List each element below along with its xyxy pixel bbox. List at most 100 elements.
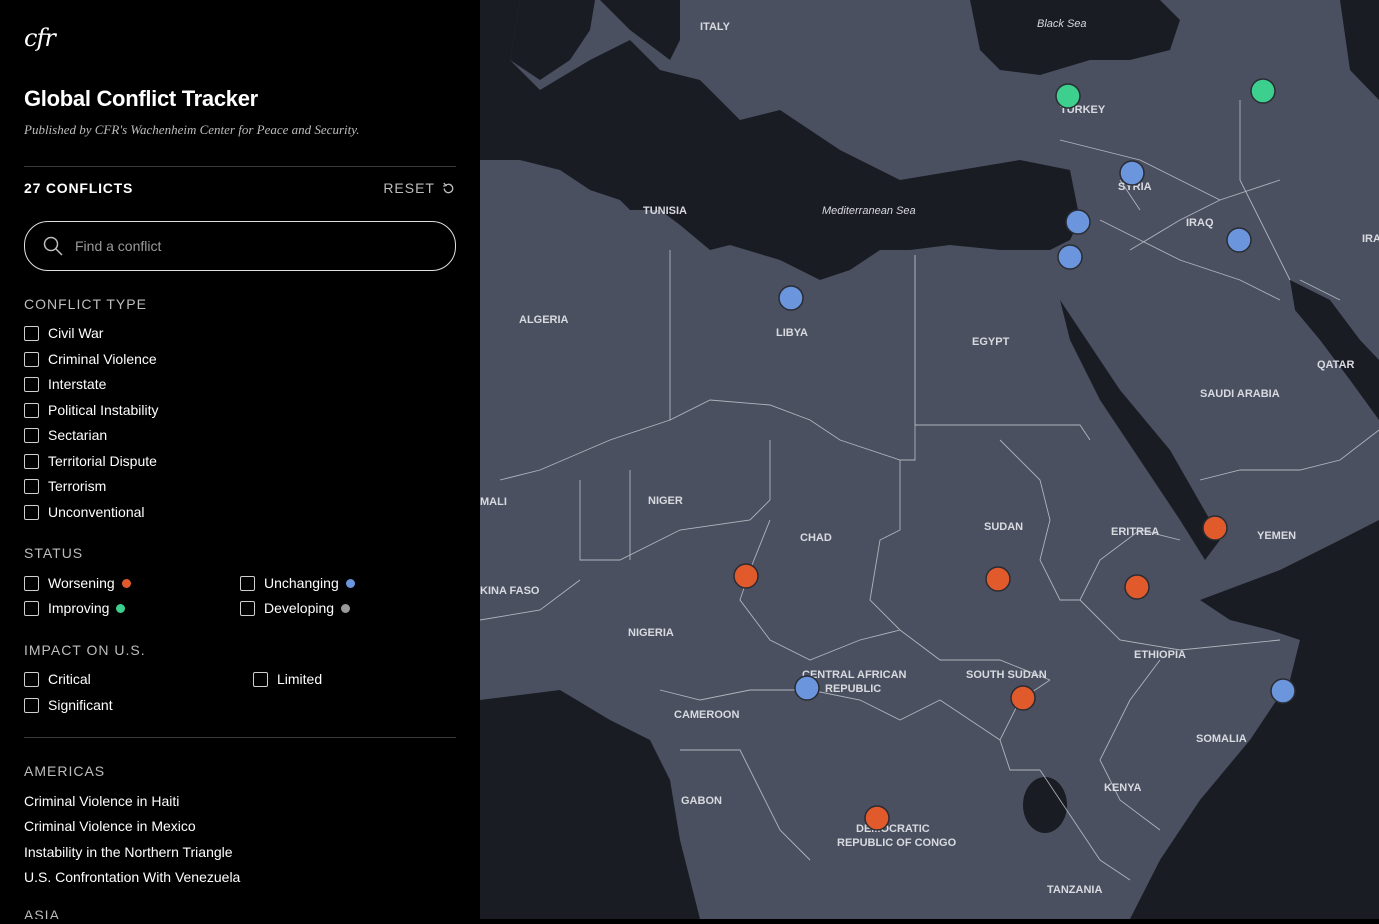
map-canvas[interactable]: ITALY Black Sea TURKEY SYRIA TUNISIA Med…	[479, 0, 1379, 919]
marker-caucasus[interactable]	[1250, 78, 1276, 104]
marker-south-sudan[interactable]	[1010, 685, 1036, 711]
filter-label: Territorial Dispute	[48, 453, 157, 469]
filter-label: Interstate	[48, 376, 107, 392]
marker-sahel[interactable]	[733, 563, 759, 589]
checkbox[interactable]	[240, 600, 255, 616]
filter-label: Unconventional	[48, 504, 145, 520]
sidebar: cfr Global Conflict Tracker Published by…	[0, 0, 480, 919]
search-box[interactable]	[24, 221, 456, 271]
filter-unconventional[interactable]: Unconventional	[24, 504, 145, 520]
reset-label: RESET	[383, 180, 435, 196]
search-input[interactable]	[73, 237, 417, 255]
filter-critical[interactable]: Critical	[24, 671, 91, 687]
label-nigeria: NIGERIA	[628, 627, 674, 639]
marker-yemen[interactable]	[1202, 515, 1228, 541]
checkbox[interactable]	[24, 325, 39, 341]
marker-libya[interactable]	[778, 285, 804, 311]
filter-label: Sectarian	[48, 427, 108, 443]
filter-significant[interactable]: Significant	[24, 697, 113, 713]
label-car-2: REPUBLIC	[825, 683, 881, 695]
marker-car[interactable]	[794, 675, 820, 701]
label-black-sea: Black Sea	[1037, 18, 1087, 30]
filter-worsening[interactable]: Worsening	[24, 575, 131, 591]
filter-political-instability[interactable]: Political Instability	[24, 402, 159, 418]
reset-icon	[443, 182, 454, 193]
filter-developing[interactable]: Developing	[240, 600, 351, 616]
marker-somalia[interactable]	[1270, 678, 1296, 704]
marker-israel[interactable]	[1057, 244, 1083, 270]
conflict-type-heading: CONFLICT TYPE	[24, 296, 147, 312]
checkbox[interactable]	[24, 600, 39, 616]
filter-label: Terrorism	[48, 478, 107, 494]
label-algeria: ALGERIA	[519, 314, 569, 326]
filter-label: Developing	[264, 600, 335, 616]
filter-label: Critical	[48, 671, 91, 687]
label-iraq: IRAQ	[1186, 217, 1214, 229]
filter-label: Limited	[277, 671, 323, 687]
label-libya: LIBYA	[776, 327, 808, 339]
filter-interstate[interactable]: Interstate	[24, 376, 106, 392]
filter-label: Worsening	[48, 575, 115, 591]
label-saudi-arabia: SAUDI ARABIA	[1200, 388, 1280, 400]
checkbox[interactable]	[24, 504, 39, 520]
filter-label: Improving	[48, 600, 110, 616]
label-sudan: SUDAN	[984, 521, 1023, 533]
filter-territorial-dispute[interactable]: Territorial Dispute	[24, 453, 157, 469]
label-south-sudan: SOUTH SUDAN	[966, 669, 1047, 681]
checkbox[interactable]	[24, 453, 39, 469]
checkbox[interactable]	[24, 697, 39, 713]
filter-label: Significant	[48, 697, 113, 713]
filter-limited[interactable]: Limited	[253, 671, 322, 687]
page-title: Global Conflict Tracker	[24, 86, 258, 111]
marker-ethiopia[interactable]	[1124, 574, 1150, 600]
checkbox[interactable]	[24, 478, 39, 494]
label-drc-2: REPUBLIC OF CONGO	[837, 837, 957, 849]
lake-victoria	[1023, 777, 1067, 833]
filter-label: Unchanging	[264, 575, 339, 591]
label-car-1: CENTRAL AFRICAN	[802, 669, 907, 681]
filter-label: Civil War	[48, 325, 104, 341]
cfr-logo[interactable]: cfr	[24, 24, 56, 52]
region-heading-asia: ASIA	[24, 907, 60, 919]
label-burkina-faso: KINA FASO	[480, 585, 540, 597]
impact-heading: IMPACT ON U.S.	[24, 642, 146, 658]
checkbox[interactable]	[240, 575, 255, 591]
label-cameroon: CAMEROON	[674, 709, 739, 721]
label-ira: IRA	[1362, 233, 1379, 245]
conflict-link[interactable]: Instability in the Northern Triangle	[24, 844, 233, 860]
filter-label: Political Instability	[48, 402, 159, 418]
marker-turkey[interactable]	[1055, 83, 1081, 109]
conflict-map[interactable]: ITALY Black Sea TURKEY SYRIA TUNISIA Med…	[479, 0, 1379, 919]
label-italy: ITALY	[700, 21, 731, 33]
filter-unchanging[interactable]: Unchanging	[240, 575, 355, 591]
marker-drc[interactable]	[864, 805, 890, 831]
marker-syria[interactable]	[1119, 160, 1145, 186]
divider	[24, 737, 456, 738]
filter-civil-war[interactable]: Civil War	[24, 325, 103, 341]
search-icon	[43, 236, 63, 256]
checkbox[interactable]	[253, 671, 268, 687]
filter-label: Criminal Violence	[48, 351, 157, 367]
conflict-link[interactable]: Criminal Violence in Mexico	[24, 818, 196, 834]
marker-lebanon[interactable]	[1065, 209, 1091, 235]
conflict-link[interactable]: Criminal Violence in Haiti	[24, 793, 179, 809]
checkbox[interactable]	[24, 376, 39, 392]
worsening-dot-icon	[121, 578, 131, 588]
conflict-count: 27 CONFLICTS	[24, 180, 134, 196]
label-chad: CHAD	[800, 532, 832, 544]
marker-sudan[interactable]	[985, 566, 1011, 592]
label-niger: NIGER	[648, 495, 683, 507]
filter-sectarian[interactable]: Sectarian	[24, 427, 107, 443]
filter-terrorism[interactable]: Terrorism	[24, 478, 106, 494]
label-somalia: SOMALIA	[1196, 733, 1247, 745]
checkbox[interactable]	[24, 575, 39, 591]
conflict-link[interactable]: U.S. Confrontation With Venezuela	[24, 869, 240, 885]
reset-button[interactable]: RESET	[383, 180, 456, 196]
marker-iraq[interactable]	[1226, 227, 1252, 253]
checkbox[interactable]	[24, 427, 39, 443]
filter-criminal-violence[interactable]: Criminal Violence	[24, 351, 157, 367]
filter-improving[interactable]: Improving	[24, 600, 126, 616]
checkbox[interactable]	[24, 402, 39, 418]
checkbox[interactable]	[24, 351, 39, 367]
checkbox[interactable]	[24, 671, 39, 687]
